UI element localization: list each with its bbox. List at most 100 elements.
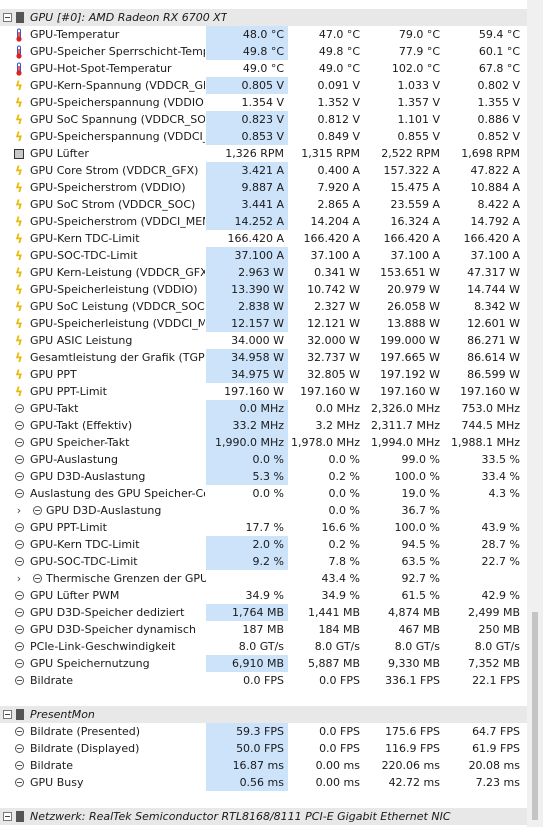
sensor-row[interactable]: GPU D3D-Auslastung 5.3 % 0.2 % 100.0 % 33.4 … xyxy=(0,468,527,485)
current-value: 1,764 MB xyxy=(206,604,288,621)
sensor-row[interactable]: ϟ GPU-Kern TDC-Limit 166.420 A 166.420 A 166… xyxy=(0,230,527,247)
sensor-row[interactable]: ϟ GPU-Kern-Spannung (VDDCR_GFX) 0.805 V 0.0… xyxy=(0,77,527,94)
sensor-label: GPU SoC Leistung (VDDCR_SOC) xyxy=(30,300,205,313)
avg-value: 10.884 A xyxy=(470,181,520,194)
sensor-row[interactable]: ϟ GPU Core Strom (VDDCR_GFX) 3.421 A 0.400 … xyxy=(0,162,527,179)
sensor-row[interactable]: GPU D3D-Speicher dynamisch 187 MB 184 MB 46… xyxy=(0,621,527,638)
bolt-icon: ϟ xyxy=(15,214,23,229)
sensor-label: GPU-Speicherleistung (VDDIO) xyxy=(30,283,198,296)
sensor-label: Auslastung des GPU Speicher-Co... xyxy=(30,487,205,500)
max-value: 102.0 °C xyxy=(391,62,440,75)
avg-value: 7,352 MB xyxy=(467,657,520,670)
sensor-row[interactable]: ϟ GPU-SOC-TDC-Limit 37.100 A 37.100 A 37.100… xyxy=(0,247,527,264)
sensor-row[interactable]: › Thermische Grenzen der GPU 43.4 % 92.7 % xyxy=(0,570,527,587)
sensor-row[interactable]: Bildrate 0.0 FPS 0.0 FPS 336.1 FPS 22.1 FPS xyxy=(0,672,527,689)
avg-value: 0.802 V xyxy=(477,79,520,92)
sensor-row[interactable]: GPU-Hot-Spot-Temperatur 49.0 °C 49.0 °C 102… xyxy=(0,60,527,77)
max-value: 4,874 MB xyxy=(387,606,440,619)
sensor-row[interactable]: ϟ GPU SoC Spannung (VDDCR_SOC) 0.823 V 0.81… xyxy=(0,111,527,128)
current-value: 17.7 % xyxy=(245,521,284,534)
sensor-group-header[interactable]: PresentMon xyxy=(0,706,527,723)
sensor-row[interactable]: ϟ GPU-Speicherspannung (VDDIO) 1.354 V 1.35… xyxy=(0,94,527,111)
collapse-toggle[interactable] xyxy=(3,13,12,22)
sensor-row[interactable]: GPU Busy 0.56 ms 0.00 ms 42.72 ms 7.23 ms xyxy=(0,774,527,791)
sensor-row[interactable]: GPU D3D-Speicher dediziert 1,764 MB 1,441 … xyxy=(0,604,527,621)
chevron-right-icon[interactable]: › xyxy=(13,570,25,587)
avg-value: 4.3 % xyxy=(488,487,520,500)
clock-icon xyxy=(12,604,26,621)
collapse-toggle[interactable] xyxy=(3,710,12,719)
chevron-right-icon[interactable]: › xyxy=(13,502,25,519)
avg-value: 197.160 W xyxy=(460,385,520,398)
bolt-icon: ϟ xyxy=(15,316,23,331)
min-value: 47.0 °C xyxy=(318,28,360,41)
sensor-row[interactable]: Bildrate (Displayed) 50.0 FPS 0.0 FPS 116.9… xyxy=(0,740,527,757)
sensor-row[interactable]: ϟ GPU Kern-Leistung (VDDCR_GFX) 2.963 W 0.3… xyxy=(0,264,527,281)
sensor-label: GPU Core Strom (VDDCR_GFX) xyxy=(30,164,199,177)
min-value: 0.00 ms xyxy=(315,776,360,789)
bolt-icon: ϟ xyxy=(15,384,23,399)
avg-value: 20.08 ms xyxy=(468,759,520,772)
sensor-label: GPU-Speicherspannung (VDDCI_... xyxy=(30,130,205,143)
sensor-row[interactable]: ϟ GPU-Speicherleistung (VDDCI_MEM)12.157 … xyxy=(0,315,527,332)
sensor-row[interactable]: GPU-SOC-TDC-Limit 9.2 % 7.8 % 63.5 % 22.7 % xyxy=(0,553,527,570)
clock-icon xyxy=(12,757,26,774)
sensor-row[interactable]: ϟ GPU-Speicherspannung (VDDCI_... 0.853 V 0… xyxy=(0,128,527,145)
current-value: 13.390 W xyxy=(206,281,288,298)
max-value: 197.192 W xyxy=(380,368,440,381)
sensor-row[interactable]: GPU-Speicher Sperrschicht-Temp... 49.8 °C… xyxy=(0,43,527,60)
sensor-row[interactable]: Bildrate 16.87 ms 0.00 ms 220.06 ms 20.08 ms xyxy=(0,757,527,774)
max-value: 23.559 A xyxy=(390,198,440,211)
sensor-row[interactable]: ϟ GPU SoC Leistung (VDDCR_SOC) 2.838 W 2.32… xyxy=(0,298,527,315)
sensor-row[interactable]: GPU-Auslastung 0.0 % 0.0 % 99.0 % 33.5 % xyxy=(0,451,527,468)
sensor-row[interactable]: GPU PPT-Limit 17.7 % 16.6 % 100.0 % 43.9 % xyxy=(0,519,527,536)
current-value: 16.87 ms xyxy=(206,757,288,774)
sensor-label: GPU-Temperatur xyxy=(30,28,120,41)
min-value: 0.0 % xyxy=(328,504,360,517)
sensor-row[interactable]: GPU Speichernutzung 6,910 MB 5,887 MB 9,330… xyxy=(0,655,527,672)
sensor-row[interactable]: ϟ GPU ASIC Leistung 34.000 W 32.000 W 199.00… xyxy=(0,332,527,349)
max-value: 16.324 A xyxy=(390,215,440,228)
max-value: 1,994.0 MHz xyxy=(370,436,440,449)
sensor-group-header[interactable]: Netzwerk: RealTek Semiconductor RTL8168/… xyxy=(0,808,527,825)
sensor-label: GPU-Kern-Spannung (VDDCR_GFX) xyxy=(30,79,205,92)
avg-value: 0.886 V xyxy=(477,113,520,126)
scrollbar-thumb[interactable] xyxy=(532,612,538,820)
sensor-row[interactable]: PCIe-Link-Geschwindigkeit 8.0 GT/s 8.0 GT/… xyxy=(0,638,527,655)
sensor-row[interactable]: GPU-Temperatur 48.0 °C 47.0 °C 79.0 °C 59.4 … xyxy=(0,26,527,43)
collapse-toggle[interactable] xyxy=(3,812,12,821)
min-value: 1,978.0 MHz xyxy=(290,436,360,449)
sensor-group-header[interactable]: GPU [#0]: AMD Radeon RX 6700 XT xyxy=(0,9,527,26)
sensor-row[interactable]: › GPU D3D-Auslastung 0.0 % 36.7 % xyxy=(0,502,527,519)
sensor-label: GPU Busy xyxy=(30,776,84,789)
sensor-row[interactable]: GPU-Kern TDC-Limit 2.0 % 0.2 % 94.5 % 28.7 % xyxy=(0,536,527,553)
sensor-row[interactable]: ϟ GPU-Speicherleistung (VDDIO) 13.390 W 10.… xyxy=(0,281,527,298)
max-value: 467 MB xyxy=(398,623,440,636)
sensor-row[interactable]: ϟ GPU PPT 34.975 W 32.805 W 197.192 W 86.599 … xyxy=(0,366,527,383)
sensor-row[interactable]: Auslastung des GPU Speicher-Co... 0.0 % 0.… xyxy=(0,485,527,502)
clock-icon xyxy=(12,485,26,502)
avg-value xyxy=(442,570,520,587)
sensor-row[interactable]: ϟ GPU SoC Strom (VDDCR_SOC) 3.441 A 2.865 A… xyxy=(0,196,527,213)
current-value: 0.823 V xyxy=(206,111,288,128)
sensor-row[interactable]: GPU-Takt (Effektiv) 33.2 MHz 3.2 MHz 2,311.… xyxy=(0,417,527,434)
sensor-row[interactable]: ϟ GPU-Speicherstrom (VDDIO) 9.887 A 7.920 A… xyxy=(0,179,527,196)
sensor-row[interactable]: GPU Speicher-Takt 1,990.0 MHz 1,978.0 MHz 1… xyxy=(0,434,527,451)
thermometer-icon xyxy=(12,43,26,60)
min-value: 2.327 W xyxy=(314,300,360,313)
sensor-row[interactable]: ϟ GPU-Speicherstrom (VDDCI_MEM) 14.252 A 14… xyxy=(0,213,527,230)
clock-icon xyxy=(12,774,26,791)
avg-value: 59.4 °C xyxy=(478,28,520,41)
sensor-row[interactable]: ϟ GPU PPT-Limit 197.160 W 197.160 W 197.160 … xyxy=(0,383,527,400)
current-value: 59.3 FPS xyxy=(206,723,288,740)
current-value: 0.853 V xyxy=(206,128,288,145)
vertical-scrollbar[interactable] xyxy=(527,0,543,827)
sensor-row[interactable]: GPU Lüfter PWM 34.9 % 34.9 % 61.5 % 42.9 % xyxy=(0,587,527,604)
min-value: 0.341 W xyxy=(314,266,360,279)
sensor-row[interactable]: ϟ Gesamtleistung der Grafik (TGP) 34.958 W… xyxy=(0,349,527,366)
sensor-row[interactable]: Bildrate (Presented) 59.3 FPS 0.0 FPS 175.6… xyxy=(0,723,527,740)
sensor-label: Gesamtleistung der Grafik (TGP) xyxy=(30,351,205,364)
sensor-row[interactable]: GPU Lüfter 1,326 RPM 1,315 RPM 2,522 RPM 1,6… xyxy=(0,145,527,162)
sensor-row[interactable]: GPU-Takt 0.0 MHz 0.0 MHz 2,326.0 MHz 753.0 M… xyxy=(0,400,527,417)
sensor-label: GPU D3D-Auslastung xyxy=(46,504,162,517)
